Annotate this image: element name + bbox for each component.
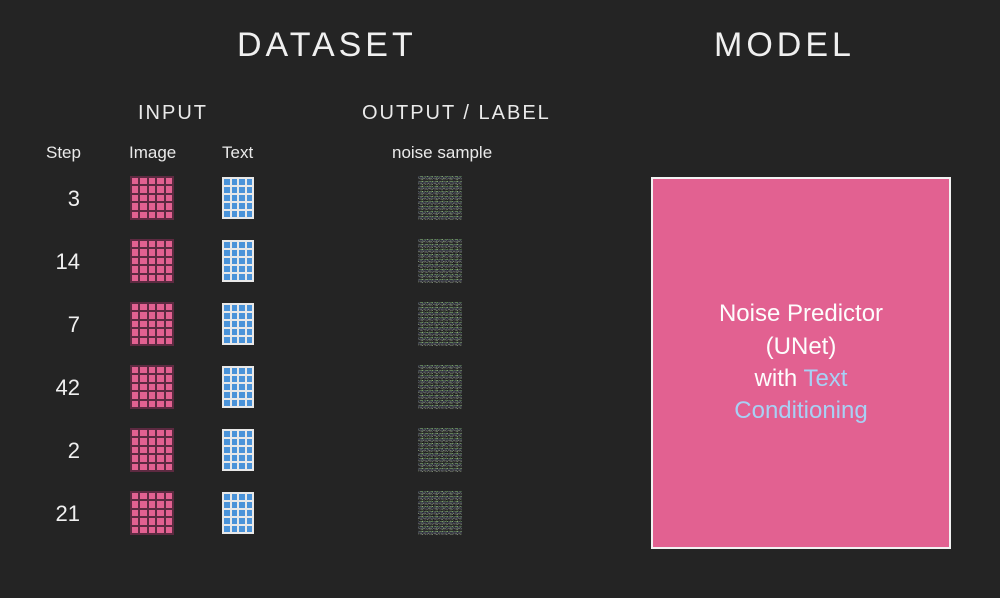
output-subheading: OUTPUT / LABEL [362, 102, 551, 125]
noise-sample-icon [418, 428, 462, 472]
step-value: 2 [40, 438, 80, 464]
column-image: Image [129, 143, 176, 163]
model-label: Noise Predictor (UNet) with Text Conditi… [719, 298, 883, 428]
model-line3b: Text [803, 365, 847, 392]
image-grid-icon [130, 239, 174, 283]
text-grid-icon [222, 429, 254, 471]
step-value: 14 [40, 249, 80, 275]
model-line4: Conditioning [734, 397, 867, 424]
image-grid-icon [130, 302, 174, 346]
column-step: Step [46, 143, 81, 163]
model-heading: MODEL [714, 26, 855, 65]
noise-sample-icon [418, 176, 462, 220]
image-grid-icon [130, 176, 174, 220]
step-value: 7 [40, 312, 80, 338]
noise-sample-icon [418, 239, 462, 283]
step-value: 42 [40, 375, 80, 401]
image-grid-icon [130, 428, 174, 472]
model-line3a: with [755, 365, 804, 392]
text-grid-icon [222, 240, 254, 282]
text-grid-icon [222, 177, 254, 219]
text-grid-icon [222, 492, 254, 534]
image-grid-icon [130, 491, 174, 535]
noise-sample-icon [418, 302, 462, 346]
text-grid-icon [222, 303, 254, 345]
noise-sample-icon [418, 491, 462, 535]
model-line1: Noise Predictor [719, 300, 883, 327]
image-grid-icon [130, 365, 174, 409]
column-text: Text [222, 143, 253, 163]
text-grid-icon [222, 366, 254, 408]
noise-sample-icon [418, 365, 462, 409]
step-value: 3 [40, 186, 80, 212]
column-noise-sample: noise sample [392, 143, 492, 163]
step-value: 21 [40, 501, 80, 527]
model-box: Noise Predictor (UNet) with Text Conditi… [651, 177, 951, 549]
model-line2: (UNet) [766, 333, 837, 360]
dataset-heading: DATASET [237, 26, 417, 65]
input-subheading: INPUT [138, 102, 208, 125]
